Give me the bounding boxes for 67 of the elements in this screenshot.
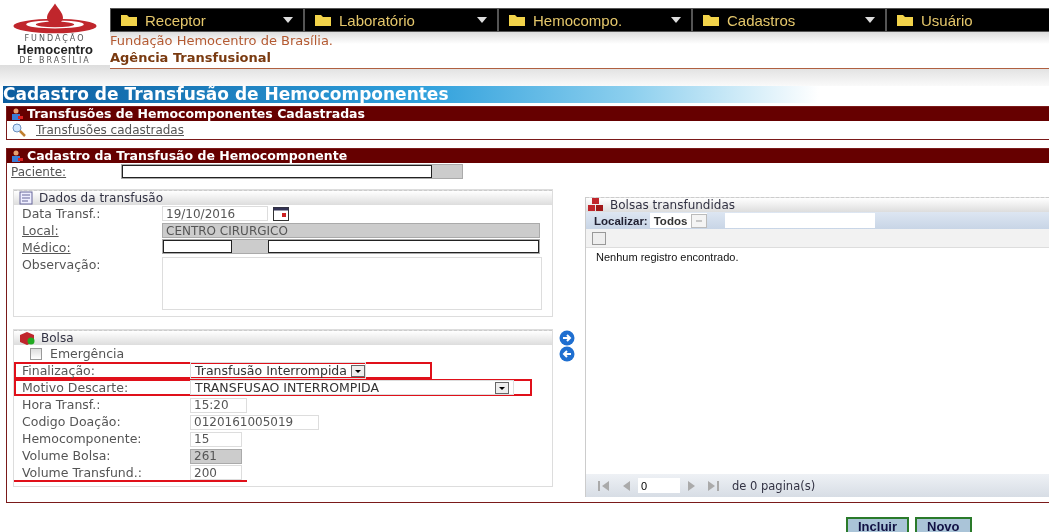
form-button[interactable]: Incluir — [846, 517, 909, 532]
person-icon — [11, 108, 23, 120]
caret-icon — [283, 17, 293, 23]
folder-icon — [315, 14, 331, 26]
location-field[interactable]: CENTRO CIRURGICO — [162, 223, 540, 238]
filter-dropdown[interactable]: Todos — [649, 213, 708, 228]
field-label: Codigo Doação: — [22, 413, 122, 430]
logo-subtitle: FUNDAÇÃO — [24, 34, 86, 43]
date-field[interactable]: 19/10/2016 — [162, 206, 268, 221]
calendar-icon[interactable] — [273, 207, 289, 221]
section-header: Transfusões de Hemocomponentes Cadastradas — [7, 107, 1049, 121]
field-label: Finalização: — [22, 362, 96, 379]
boxes-icon — [588, 198, 604, 212]
text-field[interactable]: 200 — [190, 465, 242, 480]
next-page-icon[interactable] — [688, 480, 696, 491]
field-label: Observação: — [22, 256, 102, 273]
section-header: Cadastro da Transfusão de Hemocomponente — [7, 149, 1049, 163]
field-label[interactable]: Médico: — [22, 239, 162, 256]
emergency-checkbox[interactable] — [30, 347, 42, 360]
folder-icon — [703, 14, 719, 26]
transfusions-link[interactable]: Transfusões cadastradas — [36, 123, 184, 137]
panel-title: Bolsas transfundidas — [610, 198, 736, 212]
field-label: Hora Transf.: — [22, 396, 102, 413]
text-field[interactable]: 15 — [190, 431, 242, 447]
observation-field[interactable] — [162, 257, 542, 310]
dropdown[interactable]: TRANSFUSAO INTERROMPIDA — [190, 380, 514, 395]
checkbox-label: Emergência — [50, 345, 126, 362]
first-page-icon[interactable] — [598, 480, 610, 491]
field-label: Motivo Descarte: — [22, 379, 130, 396]
caret-icon — [477, 17, 487, 23]
patient-label[interactable]: Paciente: — [11, 164, 121, 179]
caret-icon — [671, 17, 681, 23]
text-field[interactable]: 0120161005019 — [190, 414, 319, 430]
field-label[interactable]: Local: — [22, 222, 162, 239]
previous-page-icon[interactable] — [622, 480, 630, 491]
text-field[interactable]: 15:20 — [190, 397, 247, 413]
organization-name: Fundação Hemocentro de Brasília. — [110, 32, 334, 49]
page-field[interactable]: 0 — [638, 478, 680, 493]
form-button[interactable]: Novo — [915, 517, 972, 532]
caret-icon — [865, 17, 875, 23]
dropdown[interactable]: Transfusão Interrompida — [190, 362, 366, 379]
logo-subtitle: DE BRASÍLIA — [19, 56, 91, 65]
document-icon — [19, 191, 33, 205]
folder-icon — [509, 14, 525, 26]
panel-title: Dados da transfusão — [39, 191, 164, 205]
folder-icon — [897, 14, 913, 26]
page-count: de 0 pagina(s) — [732, 478, 816, 493]
text-field[interactable]: 261 — [190, 448, 242, 464]
person-icon — [11, 150, 23, 162]
box-icon — [19, 331, 35, 345]
patient-field[interactable] — [121, 164, 463, 179]
field-label: Volume Bolsa: — [22, 447, 112, 464]
field-label: Data Transf.: — [22, 205, 102, 222]
panel-title: Bolsa — [41, 331, 74, 345]
field-label: Hemocomponente: — [22, 430, 143, 447]
field-label: Volume Transfund.: — [22, 463, 143, 481]
doctor-name-field[interactable] — [268, 240, 539, 253]
search-label: Localizar: — [594, 214, 648, 227]
select-all-checkbox[interactable] — [592, 231, 606, 245]
doctor-code-field[interactable] — [163, 240, 232, 253]
search-icon — [12, 123, 26, 137]
logo-name: Hemocentro — [17, 43, 93, 56]
empty-message: Nenhum registro encontrado. — [596, 251, 739, 263]
search-field[interactable] — [725, 213, 876, 228]
last-page-icon[interactable] — [708, 480, 720, 491]
folder-icon — [121, 14, 137, 26]
unit-name: Agência Transfusional — [110, 49, 273, 67]
